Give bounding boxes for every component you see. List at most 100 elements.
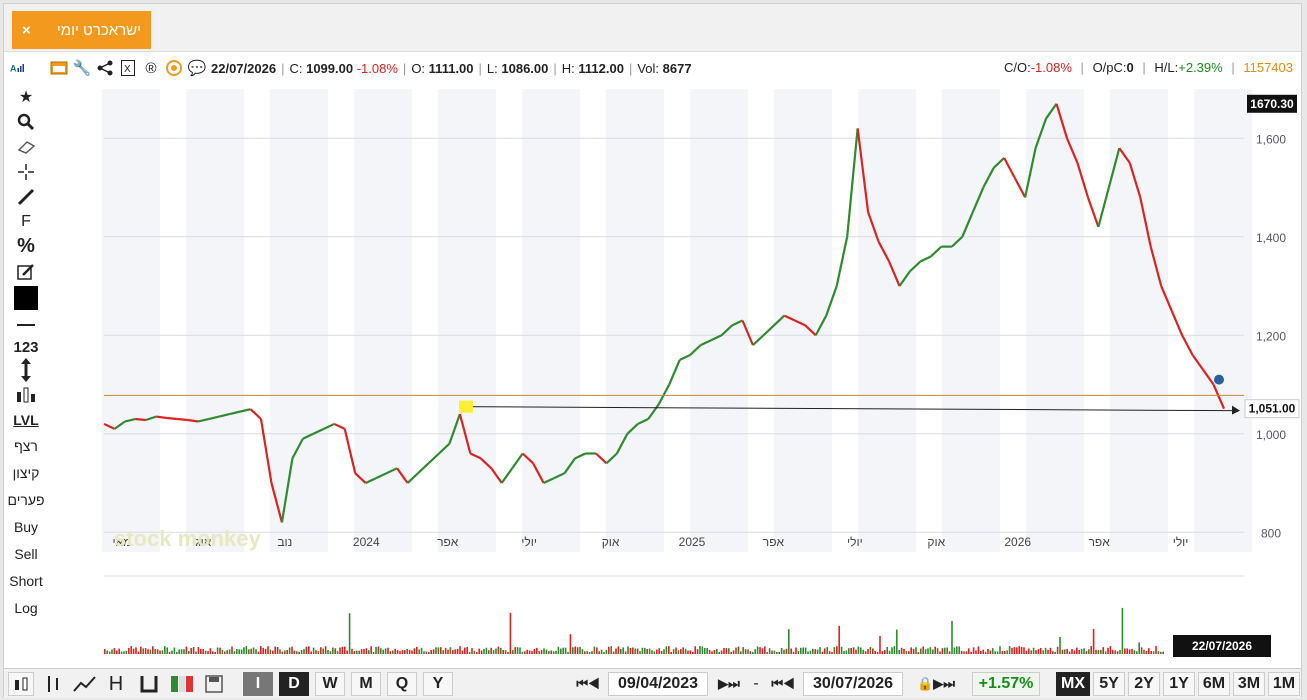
volume-bar: [1112, 649, 1114, 654]
share-icon[interactable]: [95, 58, 115, 78]
volume-bar: [900, 647, 903, 654]
wrench-icon[interactable]: 🔧: [72, 58, 92, 78]
extreme-tool[interactable]: קיצון: [4, 459, 48, 486]
save-icon[interactable]: [202, 672, 226, 696]
interval-monthly[interactable]: M: [351, 672, 381, 696]
interval-daily[interactable]: D: [279, 672, 309, 696]
interval-yearly[interactable]: Y: [423, 672, 453, 696]
volume-bar: [1076, 647, 1078, 654]
volume-bar: [980, 651, 982, 654]
vertical-arrow-icon[interactable]: [4, 357, 48, 382]
line-width-icon[interactable]: [4, 312, 48, 337]
price-chart[interactable]: 1,60054.6%1,40035.3%1,20016.0%1,000-3.4%…: [53, 84, 1301, 659]
start-next-icon[interactable]: ▶⏭: [710, 672, 748, 696]
volume-bar: [1068, 651, 1071, 654]
volume-bar: [718, 651, 720, 654]
range-3m[interactable]: 3M: [1233, 672, 1265, 696]
interval-intraday[interactable]: I: [243, 672, 273, 696]
volume-bar: [668, 646, 670, 654]
continuous-tool[interactable]: רצף: [4, 432, 48, 459]
volume-bar: [1097, 649, 1100, 654]
chart-area[interactable]: 1,60054.6%1,40035.3%1,20016.0%1,000-3.4%…: [53, 84, 1301, 659]
range-1y[interactable]: 1Y: [1163, 672, 1195, 696]
crosshair-icon[interactable]: [4, 159, 48, 184]
volume-bar: [516, 647, 519, 654]
range-2y[interactable]: 2Y: [1128, 672, 1160, 696]
end-date[interactable]: 30/07/2026: [803, 672, 903, 696]
line-tool-icon[interactable]: [4, 184, 48, 209]
volume-bar: [502, 649, 504, 654]
candle-type-icon[interactable]: [8, 672, 34, 696]
volume-bar: [262, 647, 264, 654]
y-right-tick: 800: [1261, 526, 1281, 540]
start-date[interactable]: 09/04/2023: [608, 672, 708, 696]
color-picker[interactable]: [4, 284, 48, 312]
lvl-tool[interactable]: LVL: [4, 407, 48, 432]
colored-bars-icon[interactable]: [168, 672, 196, 696]
tab-chart[interactable]: × ישראכרט יומי: [12, 11, 151, 49]
end-prev-icon[interactable]: ⏮◀: [764, 672, 802, 696]
search-icon[interactable]: [4, 109, 48, 134]
volume-bar: [363, 649, 365, 654]
line-type-icon[interactable]: [70, 672, 100, 696]
volume-bar: [944, 647, 946, 654]
number-tool[interactable]: 123: [4, 337, 48, 357]
range-max[interactable]: MX: [1056, 672, 1090, 696]
range-1m[interactable]: 1M: [1268, 672, 1300, 696]
excel-icon[interactable]: X: [118, 58, 138, 78]
volume-bar: [1035, 650, 1037, 654]
volume-bar: [605, 649, 608, 654]
interval-quarterly[interactable]: Q: [387, 672, 417, 696]
last-point-marker: [1214, 374, 1224, 385]
bars-type-icon[interactable]: [40, 672, 66, 696]
short-tool[interactable]: Short: [4, 567, 48, 594]
volume-bar: [1047, 649, 1049, 654]
price-segment: [417, 462, 430, 474]
volume-bar: [264, 648, 267, 654]
end-next-lock-icon[interactable]: 🔒 ▶⏭: [905, 672, 967, 696]
candles-icon[interactable]: [4, 382, 48, 407]
volume-bar: [1126, 648, 1128, 654]
volume-bar: [915, 647, 917, 654]
price-segment: [919, 255, 932, 263]
price-segment: [333, 422, 346, 430]
star-icon[interactable]: ★: [4, 84, 48, 109]
volume-bar: [1040, 647, 1042, 654]
volume-bar: [615, 648, 617, 654]
percent-tool[interactable]: %: [4, 234, 48, 259]
range-6m[interactable]: 6M: [1198, 672, 1230, 696]
volume-bar: [116, 650, 118, 654]
volume-bar: [1160, 651, 1162, 654]
volume-bar: [356, 650, 358, 654]
bracket-icon[interactable]: [136, 672, 162, 696]
interval-weekly[interactable]: W: [315, 672, 345, 696]
h-type-icon[interactable]: H: [104, 672, 128, 696]
target-icon[interactable]: [164, 58, 184, 78]
volume-bar: [627, 646, 629, 654]
start-prev-icon[interactable]: ⏮◀: [569, 672, 607, 696]
sell-tool[interactable]: Sell: [4, 540, 48, 567]
volume-bar: [922, 646, 924, 654]
gaps-tool[interactable]: פערים: [4, 486, 48, 513]
eraser-icon[interactable]: [4, 134, 48, 159]
max-label: 1670.30: [1250, 97, 1294, 111]
log-tool[interactable]: Log: [4, 594, 48, 621]
volume-bar: [351, 648, 353, 654]
pencil-icon[interactable]: [4, 259, 48, 284]
volume-bar: [888, 650, 891, 654]
comment-icon[interactable]: 💬: [187, 58, 207, 78]
buy-tool[interactable]: Buy: [4, 513, 48, 540]
window-icon[interactable]: [49, 58, 69, 78]
volume-bar: [720, 650, 723, 654]
fib-tool[interactable]: F: [4, 209, 48, 234]
volume-bar: [500, 647, 502, 654]
volume-bar: [276, 647, 279, 654]
volume-bar: [843, 651, 845, 654]
volume-bar: [204, 650, 207, 654]
range-5y[interactable]: 5Y: [1093, 672, 1125, 696]
close-tab-icon[interactable]: ×: [22, 22, 31, 39]
registered-icon[interactable]: ®: [141, 58, 161, 78]
x-tick: נוב: [277, 535, 292, 549]
volume-bar: [288, 647, 291, 654]
volume-bar: [555, 650, 557, 654]
